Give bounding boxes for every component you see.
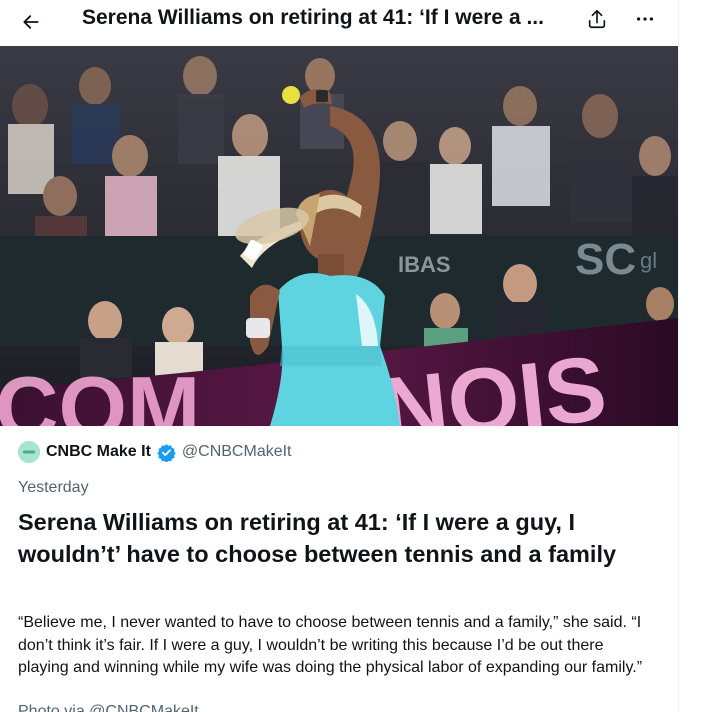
source-handle[interactable]: @CNBCMakeIt [182,443,292,461]
tennis-photo: SC gl IBAS COM NOIS [0,46,678,426]
post-date: Yesterday [18,479,89,496]
article-excerpt: “Believe me, I never wanted to have to c… [18,614,643,676]
verified-badge-icon [157,443,176,462]
banner-text-right: gl [640,248,657,273]
share-button[interactable] [582,4,612,34]
board-text: IBAS [398,252,451,277]
link-card[interactable]: CNBC Make It @CNBCMakeIt Yesterday Seren… [0,426,678,712]
top-bar: Serena Williams on retiring at 41: ‘If I… [0,0,678,46]
avatar[interactable] [18,441,40,463]
source-name[interactable]: CNBC Make It [46,443,151,461]
share-icon [588,9,606,29]
source-row: CNBC Make It @CNBCMakeIt [18,441,292,463]
cnbc-logo-icon [18,441,40,463]
tweet-detail-page: Serena Williams on retiring at 41: ‘If I… [0,0,678,712]
stage-text-left: COM [0,358,200,426]
photo-credit: Photo via @CNBCMakeIt [18,703,199,712]
arrow-left-icon [23,15,39,29]
more-button[interactable] [630,4,660,34]
article-headline[interactable]: Serena Williams on retiring at 41: ‘If I… [18,506,663,570]
banner-text-left: SC [575,235,636,284]
page-title: Serena Williams on retiring at 41: ‘If I… [82,6,544,29]
article-image[interactable]: SC gl IBAS COM NOIS [0,46,678,426]
column-divider [678,0,679,712]
back-button[interactable] [14,5,48,39]
more-horizontal-icon [636,17,654,21]
